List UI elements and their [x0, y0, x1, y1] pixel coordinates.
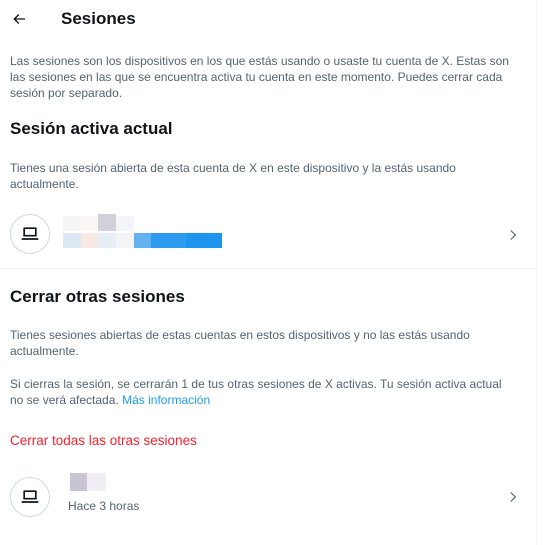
laptop-icon [21, 227, 39, 240]
laptop-icon [21, 490, 39, 503]
chevron-right-icon [510, 492, 517, 502]
other-sessions-notice: Si cierras la sesión, se cerrarán 1 de t… [10, 376, 518, 408]
more-info-link[interactable]: Más información [122, 393, 210, 407]
back-arrow-icon [13, 14, 25, 24]
intro-description: Las sesiones son los dispositivos en los… [10, 54, 509, 100]
page-title: Sesiones [61, 9, 136, 28]
chevron-right-icon [510, 230, 517, 240]
device-avatar [10, 214, 50, 254]
current-session-device-row[interactable] [0, 205, 536, 263]
device-avatar [10, 477, 50, 517]
session-last-active: Hace 3 horas [68, 499, 140, 513]
current-session-description: Tienes una sesión abierta de esta cuenta… [10, 161, 456, 191]
other-session-device-row[interactable]: Hace 3 horas [0, 468, 536, 526]
logout-all-other-sessions-button[interactable]: Cerrar todas las otras sesiones [10, 433, 197, 448]
page-header: Sesiones [0, 0, 537, 40]
back-button[interactable] [4, 4, 34, 34]
current-session-title: Sesión activa actual [10, 119, 173, 138]
notice-text: Si cierras la sesión, se cerrarán 1 de t… [10, 377, 502, 407]
panel-border [536, 0, 537, 545]
other-sessions-description: Tienes sesiones abiertas de estas cuenta… [10, 328, 470, 358]
other-sessions-title: Cerrar otras sesiones [10, 287, 185, 306]
sessions-page: Sesiones Las sesiones son los dispositiv… [0, 0, 537, 545]
section-divider [0, 268, 536, 269]
